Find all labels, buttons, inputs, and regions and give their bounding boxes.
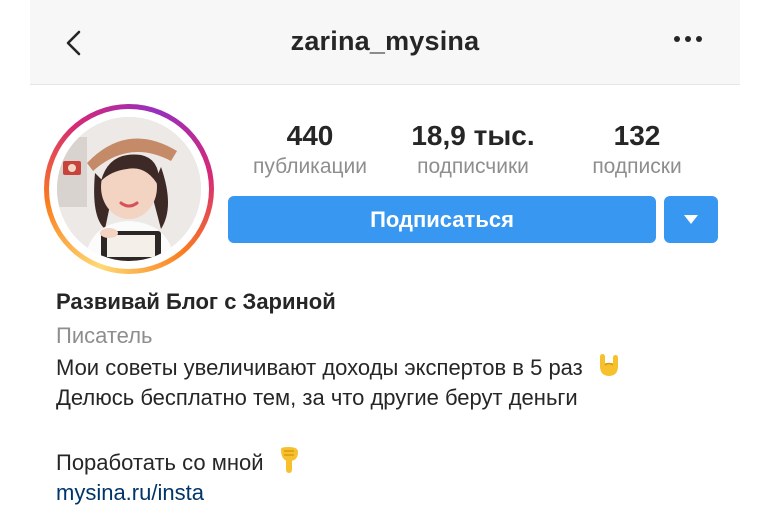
- bio-category: Писатель: [56, 323, 153, 348]
- top-nav-bar: zarina_mysina: [30, 0, 740, 85]
- following-count: 132: [613, 120, 661, 151]
- follow-button[interactable]: Подписаться: [228, 196, 656, 243]
- stat-followers[interactable]: 18,9 тыс. подписчики: [398, 120, 548, 180]
- posts-label: публикации: [253, 155, 367, 178]
- caret-down-icon: [684, 215, 698, 224]
- bio-line-1-text: Мои советы увеличивают доходы экспертов …: [56, 354, 583, 380]
- bio-display-name: Развивай Блог с Зариной: [56, 289, 336, 314]
- stat-posts[interactable]: 440 публикации: [235, 120, 385, 180]
- profile-username: zarina_mysina: [290, 26, 480, 56]
- following-label: подписки: [592, 155, 682, 178]
- followers-label: подписчики: [417, 155, 529, 178]
- posts-count: 440: [286, 120, 334, 151]
- profile-photo-icon: [57, 117, 201, 261]
- bio-line-2: Делюсь бесплатно тем, за что другие беру…: [56, 385, 578, 410]
- story-ring[interactable]: [44, 104, 214, 274]
- bio-line-3: Поработать со мной: [56, 446, 300, 482]
- more-options-icon[interactable]: [674, 34, 702, 44]
- avatar: [57, 117, 201, 261]
- suggestions-dropdown-button[interactable]: [664, 196, 718, 243]
- followers-count: 18,9 тыс.: [411, 120, 535, 151]
- pointing-down-emoji-icon: [278, 446, 300, 482]
- bio-line-3-text: Поработать со мной: [56, 449, 264, 475]
- bio-line-1: Мои советы увеличивают доходы экспертов …: [56, 352, 621, 386]
- avatar-gap: [49, 109, 209, 269]
- bio-website-link[interactable]: mysina.ru/insta: [56, 478, 204, 508]
- rock-hand-emoji-icon: [597, 352, 621, 386]
- stat-following[interactable]: 132 подписки: [562, 120, 712, 180]
